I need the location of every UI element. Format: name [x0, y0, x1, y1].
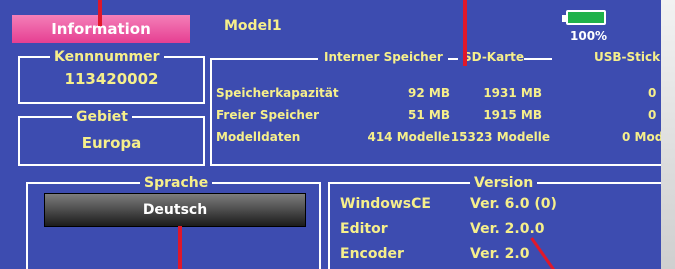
id-box: Kennnummer 113420002 [18, 48, 205, 104]
version-value: Ver. 2.0 [470, 246, 530, 262]
version-label: Encoder [340, 246, 404, 262]
version-label: Editor [340, 221, 388, 237]
region-box-legend: Gebiet [72, 108, 132, 126]
storage-cell: 0 Mode [622, 130, 661, 144]
storage-cell: 1931 MB [483, 86, 542, 100]
storage-frame-top-left [212, 58, 318, 60]
version-value: Ver. 2.0.0 [470, 221, 545, 237]
window-edge [661, 0, 675, 269]
region-value: Europa [81, 134, 142, 152]
version-box-legend: Version [470, 174, 538, 192]
model-name: Model1 [224, 18, 282, 34]
storage-frame-sep [448, 58, 458, 60]
storage-header-internal: Interner Speicher [324, 50, 443, 64]
version-value: Ver. 6.0 (0) [470, 196, 557, 212]
storage-cell: 1915 MB [483, 108, 542, 122]
language-box-legend: Sprache [140, 174, 213, 192]
storage-frame-bottom [210, 164, 661, 166]
callout-pointer-tab [98, 0, 102, 26]
storage-cell: 414 Modelle [367, 130, 450, 144]
storage-cell: 0 M [648, 108, 661, 122]
storage-cell: 92 MB [408, 86, 450, 100]
id-number: 113420002 [64, 70, 159, 88]
callout-pointer-storage [463, 0, 467, 66]
storage-row-label: Modelldaten [216, 130, 301, 144]
storage-header-sd: SD-Karte [463, 50, 524, 64]
storage-cell: 51 MB [408, 108, 450, 122]
battery-icon [562, 10, 606, 25]
region-box: Gebiet Europa [18, 108, 205, 166]
storage-frame-left [210, 58, 212, 166]
id-box-legend: Kennnummer [50, 48, 164, 66]
information-screen: Information Model1 100% Kennnummer 11342… [0, 0, 661, 269]
language-select-button[interactable]: Deutsch [44, 193, 306, 227]
storage-row-label: Speicherkapazität [216, 86, 339, 100]
version-label: WindowsCE [340, 196, 431, 212]
battery-percent: 100% [570, 29, 608, 43]
storage-frame-sep-2 [524, 58, 552, 60]
callout-pointer-language [178, 226, 182, 269]
storage-cell: 0 M [648, 86, 661, 100]
storage-header-usb: USB-Stick [594, 50, 661, 64]
storage-row-label: Freier Speicher [216, 108, 320, 122]
storage-cell: 15323 Modelle [450, 130, 550, 144]
